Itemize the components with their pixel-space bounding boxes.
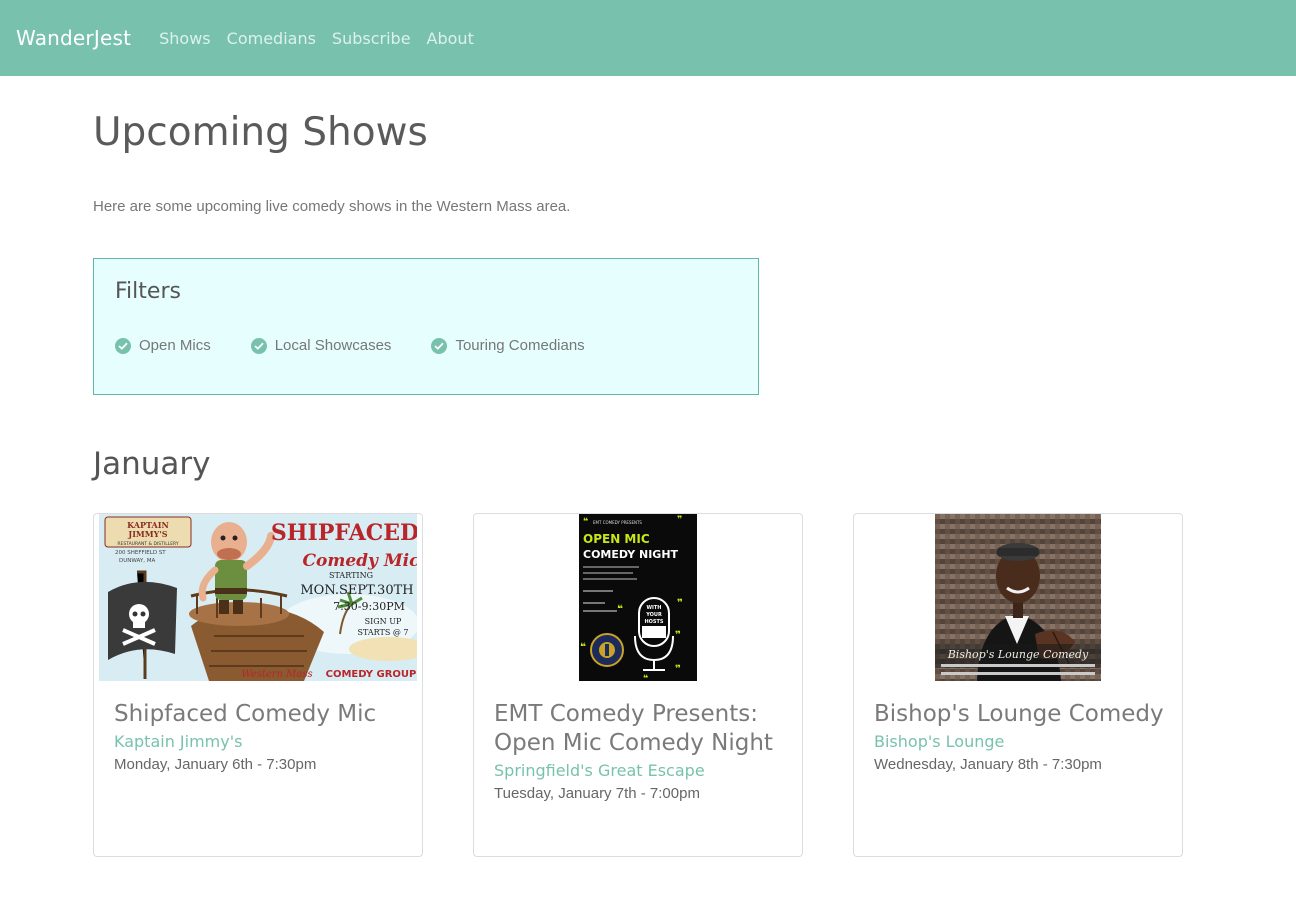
show-card-emt-open-mic[interactable]: ❝ ❞ EMT COMEDY PRESENTS OPEN MIC COMEDY …: [473, 513, 803, 857]
poster-host1: WITH: [647, 605, 662, 611]
svg-text:❝: ❝: [643, 674, 648, 681]
poster-time: 7:30-9:30PM: [333, 600, 405, 613]
show-card-body: EMT Comedy Presents: Open Mic Comedy Nig…: [494, 700, 784, 806]
poster-bishops-lounge: Bishop's Lounge Comedy: [935, 514, 1101, 681]
show-poster-image: ❝ ❞ EMT COMEDY PRESENTS OPEN MIC COMEDY …: [579, 514, 697, 681]
filter-open-mics[interactable]: Open Mics: [115, 337, 211, 354]
poster-host3: HOSTS: [644, 619, 663, 625]
poster-address-line1: 200 SHEFFIELD ST: [115, 550, 166, 556]
poster-footer1: Western Mass: [241, 669, 312, 680]
svg-text:❞: ❞: [675, 664, 681, 675]
poster-logo-sub: RESTAURANT & DISTILLERY: [117, 541, 179, 547]
svg-text:❞: ❞: [677, 598, 683, 609]
poster-signup2: STARTS @ 7: [357, 628, 408, 637]
svg-text:❝: ❝: [617, 604, 623, 615]
svg-text:❝: ❝: [580, 642, 586, 653]
poster-footer2: COMEDY GROUP: [326, 669, 417, 680]
nav-link-about[interactable]: About: [427, 29, 474, 48]
show-venue-link[interactable]: Springfield's Great Escape: [494, 760, 784, 782]
poster-presents: EMT COMEDY PRESENTS: [593, 520, 642, 525]
show-venue-link[interactable]: Bishop's Lounge: [874, 731, 1164, 753]
filters-title: Filters: [115, 279, 181, 304]
brand-logo[interactable]: WanderJest: [16, 26, 131, 50]
show-title[interactable]: Bishop's Lounge Comedy: [874, 700, 1164, 729]
poster-headline1: OPEN MIC: [583, 532, 650, 546]
show-date: Monday, January 6th - 7:30pm: [114, 756, 317, 773]
svg-text:❞: ❞: [677, 515, 682, 525]
nav-link-comedians[interactable]: Comedians: [227, 29, 316, 48]
top-navbar: WanderJest Shows Comedians Subscribe Abo…: [0, 0, 1296, 76]
poster-signup1: SIGN UP: [365, 617, 402, 626]
poster-headline1: SHIPFACED: [271, 520, 417, 546]
show-date: Tuesday, January 7th - 7:00pm: [494, 785, 700, 802]
show-card-body: Shipfaced Comedy Mic Kaptain Jimmy's Mon…: [114, 700, 404, 777]
poster-script-title: Bishop's Lounge Comedy: [947, 648, 1089, 661]
show-title[interactable]: Shipfaced Comedy Mic: [114, 700, 404, 729]
filter-label: Open Mics: [139, 337, 211, 354]
page-description: Here are some upcoming live comedy shows…: [93, 198, 571, 215]
poster-emt-open-mic: ❝ ❞ EMT COMEDY PRESENTS OPEN MIC COMEDY …: [579, 514, 697, 681]
show-card-bishops-lounge[interactable]: Bishop's Lounge Comedy Bishop's Lounge C…: [853, 513, 1183, 857]
poster-headline2: Comedy Mic: [303, 551, 417, 571]
show-title[interactable]: EMT Comedy Presents: Open Mic Comedy Nig…: [494, 700, 784, 758]
filter-local-showcases[interactable]: Local Showcases: [250, 337, 392, 354]
poster-shipfaced: KAPTAIN JIMMY'S RESTAURANT & DISTILLERY …: [99, 514, 417, 681]
filter-options: Open Mics Local Showcases Touring Comedi…: [115, 337, 625, 354]
nav-link-subscribe[interactable]: Subscribe: [332, 29, 411, 48]
poster-host2: YOUR: [645, 612, 662, 618]
poster-logo-line2: JIMMY'S: [127, 529, 167, 539]
checkbox-checked-icon[interactable]: [250, 337, 267, 354]
svg-text:❞: ❞: [675, 630, 681, 641]
show-date: Wednesday, January 8th - 7:30pm: [874, 756, 1102, 773]
poster-starting: STARTING: [329, 571, 373, 580]
checkbox-checked-icon[interactable]: [431, 337, 448, 354]
show-card-shipfaced[interactable]: KAPTAIN JIMMY'S RESTAURANT & DISTILLERY …: [93, 513, 423, 857]
show-poster-image: KAPTAIN JIMMY'S RESTAURANT & DISTILLERY …: [99, 514, 417, 681]
page-title: Upcoming Shows: [93, 110, 428, 155]
filter-label: Local Showcases: [274, 337, 392, 354]
month-heading: January: [93, 446, 211, 482]
poster-headline2: COMEDY NIGHT: [583, 548, 679, 561]
filter-touring-comedians[interactable]: Touring Comedians: [431, 337, 585, 354]
checkbox-checked-icon[interactable]: [115, 337, 131, 354]
show-venue-link[interactable]: Kaptain Jimmy's: [114, 731, 404, 753]
poster-address-line2: DUNWAY, MA: [119, 558, 155, 564]
show-card-body: Bishop's Lounge Comedy Bishop's Lounge W…: [874, 700, 1164, 777]
poster-start-date: MON.SEPT.30TH: [300, 583, 413, 598]
filters-panel: Filters Open Mics Local Showcases Tourin…: [93, 258, 759, 395]
svg-text:❝: ❝: [583, 517, 588, 527]
show-poster-image: Bishop's Lounge Comedy: [935, 514, 1101, 681]
nav-link-shows[interactable]: Shows: [159, 29, 211, 48]
filter-label: Touring Comedians: [455, 337, 585, 354]
